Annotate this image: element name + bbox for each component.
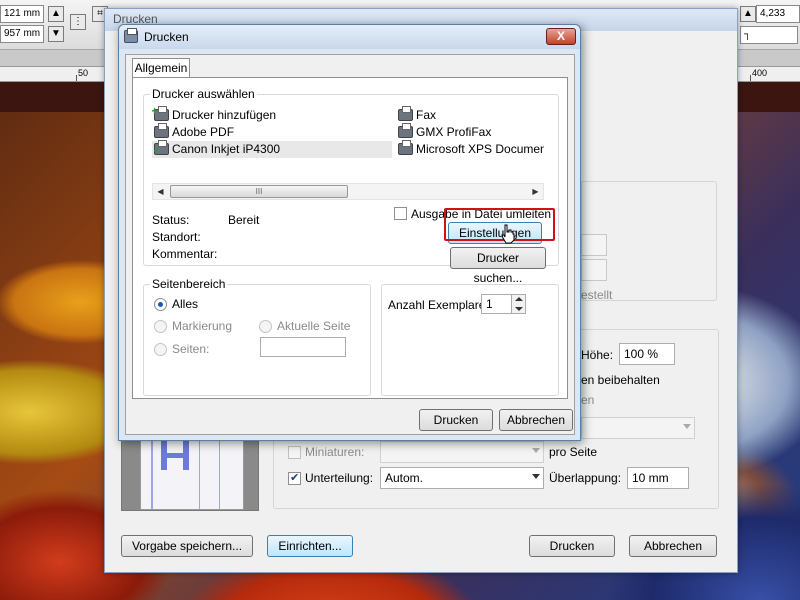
cancel-button[interactable]: Abbrechen: [499, 409, 573, 431]
page-range-group: Seitenbereich Alles Markierung Aktuelle …: [143, 277, 371, 396]
scroll-thumb[interactable]: III: [170, 185, 348, 198]
printer-list[interactable]: Drucker hinzufügen Fax Adobe PDF GMX Pro…: [152, 105, 544, 179]
preview-page: [140, 437, 244, 510]
chevron-up-icon[interactable]: ▲: [48, 6, 64, 22]
close-icon: X: [556, 29, 565, 43]
miniaturen-checkbox[interactable]: [288, 446, 301, 459]
range-all-label: Alles: [172, 297, 199, 311]
miniaturen-label: Miniaturen:: [305, 445, 365, 459]
close-button[interactable]: X: [546, 28, 576, 45]
fax-printer-icon: [398, 106, 413, 121]
printer-item-gmx-profifax[interactable]: GMX ProfiFax: [396, 123, 492, 141]
ueberlappung-input[interactable]: 10 mm: [627, 467, 689, 489]
copies-input[interactable]: 1: [481, 294, 515, 314]
setup-cancel-button[interactable]: Abbrechen: [629, 535, 717, 557]
printer-name: Microsoft XPS Documen: [416, 142, 544, 156]
range-selection-radio[interactable]: [154, 320, 167, 333]
add-printer-icon: [152, 106, 169, 121]
printer-name: Drucker hinzufügen: [172, 108, 277, 122]
default-printer-icon: [153, 140, 169, 155]
printer-item-add[interactable]: Drucker hinzufügen: [152, 106, 277, 124]
height-label: Höhe:: [581, 348, 614, 362]
height-input[interactable]: 100 %: [619, 343, 675, 365]
tab-allgemein[interactable]: Allgemein: [132, 58, 190, 78]
printer-group-title: Drucker auswählen: [150, 87, 257, 101]
status-label: Status:: [152, 213, 190, 227]
page-range-title: Seitenbereich: [150, 277, 228, 291]
miniaturen-unit: pro Seite: [549, 445, 598, 459]
unterteilung-label: Unterteilung:: [305, 471, 374, 485]
setup-status-text: estellt: [581, 288, 613, 302]
range-selection-label: Markierung: [172, 319, 233, 333]
proportions-label: en beibehalten: [581, 373, 660, 387]
printer-item-fax[interactable]: Fax: [396, 106, 437, 124]
corner-option-select[interactable]: ┐: [740, 26, 798, 44]
scroll-right-icon[interactable]: ▶: [528, 184, 543, 199]
hand-cursor-icon: [501, 224, 515, 244]
comment-label: Kommentar:: [152, 247, 218, 261]
miniaturen-select[interactable]: [380, 441, 544, 463]
highlight-frame: [444, 208, 555, 241]
setup-button[interactable]: Einrichten...: [267, 535, 353, 557]
setup-disabled-field: [581, 234, 607, 256]
copies-label: Anzahl Exemplare:: [388, 298, 489, 312]
location-label: Standort:: [152, 230, 201, 244]
printer-name: Canon Inkjet iP4300: [172, 142, 281, 156]
printer-item-xps[interactable]: Microsoft XPS Documen: [396, 140, 544, 158]
range-pages-label: Seiten:: [172, 342, 210, 356]
printer-icon: [398, 140, 413, 155]
unterteilung-value: Autom.: [385, 471, 424, 485]
ruler-mark: 400: [752, 68, 768, 78]
print-dialog: Drucken X Allgemein Drucker auswählen Dr…: [118, 24, 581, 441]
range-pages-radio[interactable]: [154, 343, 167, 356]
preview-graphic: [151, 440, 220, 509]
faded-label: en: [581, 393, 595, 407]
printer-list-scrollbar[interactable]: ◀ III ▶: [152, 183, 544, 200]
reference-point-icon[interactable]: ⋮: [70, 14, 86, 30]
printer-item-canon[interactable]: Canon Inkjet iP4300: [152, 140, 392, 158]
x-position-field[interactable]: 121 mm: [0, 5, 44, 23]
chevron-down-icon[interactable]: ▼: [48, 26, 64, 42]
range-current-radio[interactable]: [259, 320, 272, 333]
y-position-field[interactable]: 957 mm: [0, 25, 44, 43]
print-dialog-titlebar: Drucken X: [119, 25, 580, 49]
print-dialog-body: Allgemein Drucker auswählen Drucker hinz…: [125, 54, 575, 435]
print-dialog-title: Drucken: [144, 30, 189, 44]
copies-spinner[interactable]: [511, 294, 526, 314]
setup-disabled-field: [581, 259, 607, 281]
printer-icon: [124, 28, 138, 43]
setup-print-button[interactable]: Drucken: [529, 535, 615, 557]
page-preview: [121, 434, 259, 511]
printer-item-adobe-pdf[interactable]: Adobe PDF: [152, 123, 235, 141]
status-value: Bereit: [228, 213, 260, 227]
range-current-label: Aktuelle Seite: [277, 319, 351, 333]
stroke-up-icon[interactable]: ▲: [740, 6, 756, 22]
printer-name: GMX ProfiFax: [416, 125, 492, 139]
ueberlappung-label: Überlappung:: [549, 471, 622, 485]
printer-name: Fax: [416, 108, 437, 122]
scroll-left-icon[interactable]: ◀: [153, 184, 168, 199]
range-pages-input[interactable]: [260, 337, 346, 357]
print-button[interactable]: Drucken: [419, 409, 493, 431]
ruler-mark: 50: [78, 68, 89, 78]
unterteilung-select[interactable]: Autom.: [380, 467, 544, 489]
copies-group: Anzahl Exemplare: 1: [381, 284, 559, 396]
save-preset-button[interactable]: Vorgabe speichern...: [121, 535, 253, 557]
printer-icon: [154, 123, 169, 138]
disabled-select: [581, 417, 695, 439]
corner-shape-icon: ┐: [744, 29, 752, 40]
find-printer-button[interactable]: Drucker suchen...: [450, 247, 546, 285]
stroke-width-field[interactable]: 4,233 mm: [756, 5, 800, 35]
range-all-radio[interactable]: [154, 298, 167, 311]
unterteilung-checkbox[interactable]: [288, 471, 301, 485]
printer-name: Adobe PDF: [172, 125, 235, 139]
printer-icon: [398, 123, 413, 138]
print-to-file-checkbox[interactable]: [394, 207, 407, 220]
